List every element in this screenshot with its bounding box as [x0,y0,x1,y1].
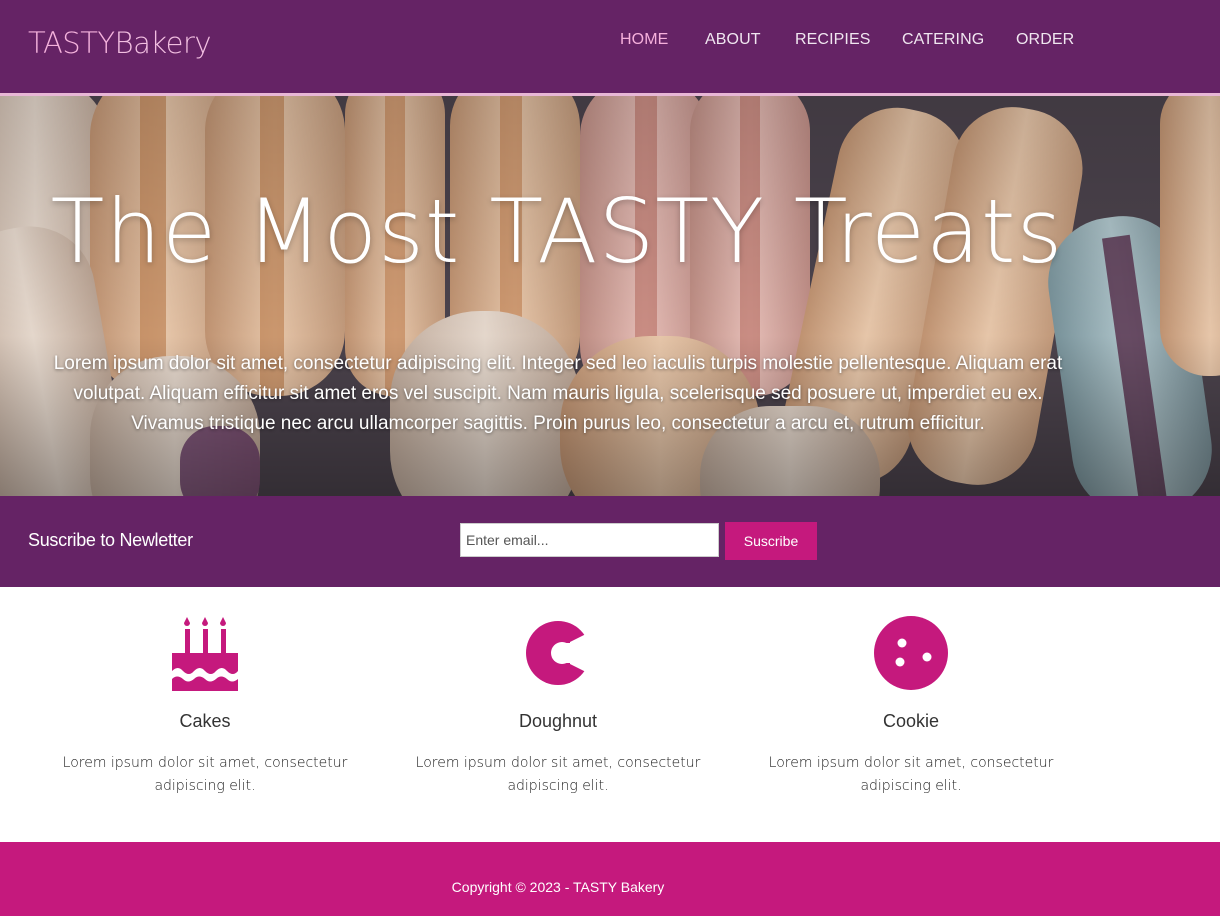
newsletter-bar: Suscribe to Newletter Suscribe [0,496,1220,587]
feature-title: Doughnut [518,711,598,731]
nav-recipies[interactable]: RECIPIES [795,31,871,49]
nav-order[interactable]: ORDER [1016,31,1074,49]
subscribe-button[interactable]: Suscribe [725,522,817,560]
newsletter-label: Suscribe to Newletter [28,530,193,550]
footer-copyright: Copyright © 2023 - TASTY Bakery [451,879,665,895]
cookie-icon [741,615,1081,693]
feature-title: Cookie [882,711,940,731]
hero-title: The Most TASTY Treats [50,180,1064,283]
feature-title: Cakes [179,711,231,731]
logo-rest-text: Bakery [114,26,212,60]
doughnut-icon [388,615,728,693]
cake-icon [35,615,375,693]
logo-bold-text: TASTY [28,26,115,60]
hero-banner: The Most TASTY Treats Lorem ipsum dolor … [0,96,1220,496]
nav-about[interactable]: ABOUT [705,31,761,49]
feature-description: Lorem ipsum dolor sit amet, consectetur … [415,755,701,794]
site-logo[interactable]: TASTYBakery [28,26,212,60]
feature-description: Lorem ipsum dolor sit amet, consectetur … [62,755,348,794]
nav-home[interactable]: HOME [620,31,668,49]
nav-catering[interactable]: CATERING [902,31,984,49]
feature-description: Lorem ipsum dolor sit amet, consectetur … [768,755,1054,794]
site-footer: Copyright © 2023 - TASTY Bakery [0,842,1220,916]
features-section: Cakes Lorem ipsum dolor sit amet, consec… [0,587,1220,842]
hero-description: Lorem ipsum dolor sit amet, consectetur … [53,353,1063,434]
email-input[interactable] [460,523,719,557]
site-header: TASTYBakery HOME ABOUT RECIPIES CATERING… [0,0,1220,96]
